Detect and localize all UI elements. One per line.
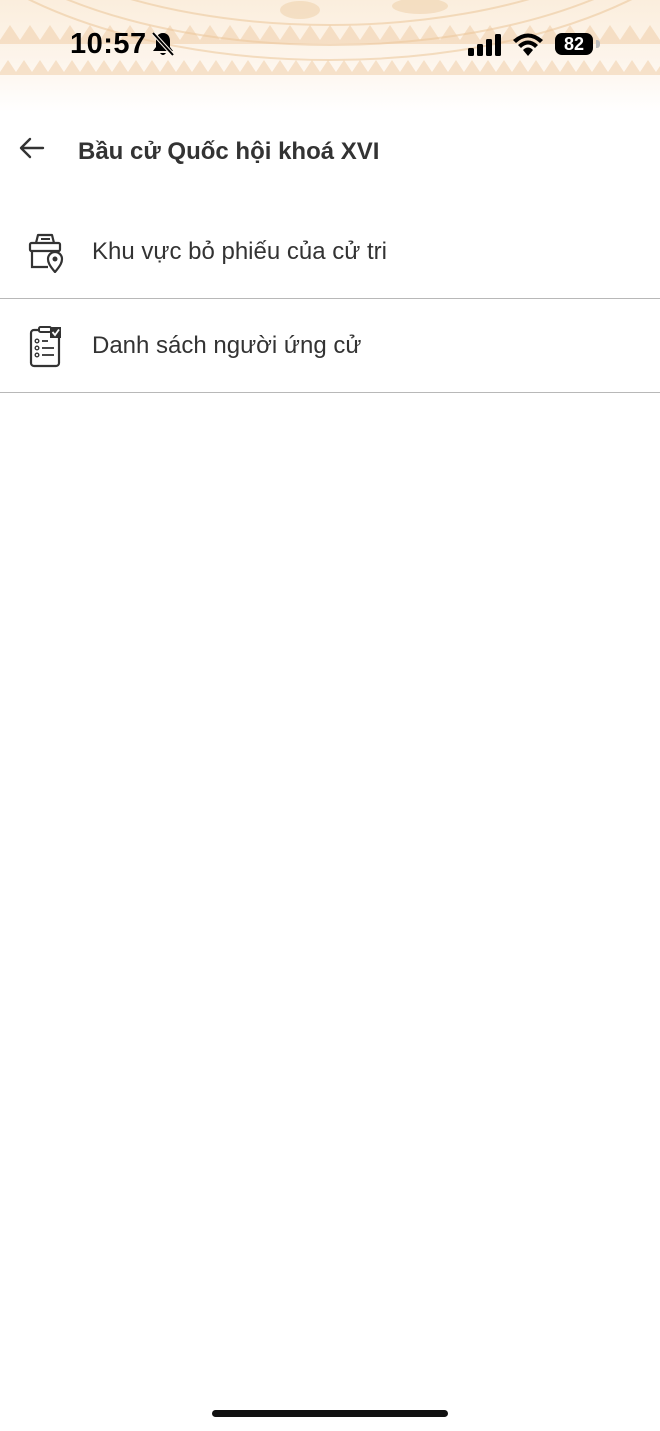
ballot-box-location-icon [24,230,68,274]
arrow-left-icon [19,137,45,159]
status-time: 10:57 [70,28,147,60]
menu-item-label: Danh sách người ứng cử [92,331,362,359]
battery-indicator: 82 [555,33,593,55]
nav-bar: Bầu cử Quốc hội khoá XVI [0,118,660,188]
cellular-signal-icon [468,34,502,61]
home-indicator[interactable] [212,1410,448,1417]
back-button[interactable] [12,128,52,168]
menu-item-candidate-list[interactable]: Danh sách người ứng cử [0,299,660,393]
menu-item-voting-area[interactable]: Khu vực bỏ phiếu của cử tri [0,205,660,299]
wifi-icon [512,32,544,61]
menu-list: Khu vực bỏ phiếu của cử tri Danh sách ng… [0,205,660,393]
candidate-checklist-icon [24,324,68,368]
app-screen: 10:57 82 Bầu cử Quốc hội khoá XVI Khu vự… [0,0,660,1431]
battery-tip [596,40,600,48]
page-title: Bầu cử Quốc hội khoá XVI [78,138,380,165]
status-bar: 10:57 82 [0,0,660,90]
bell-muted-icon [151,31,175,62]
menu-item-label: Khu vực bỏ phiếu của cử tri [92,237,387,265]
